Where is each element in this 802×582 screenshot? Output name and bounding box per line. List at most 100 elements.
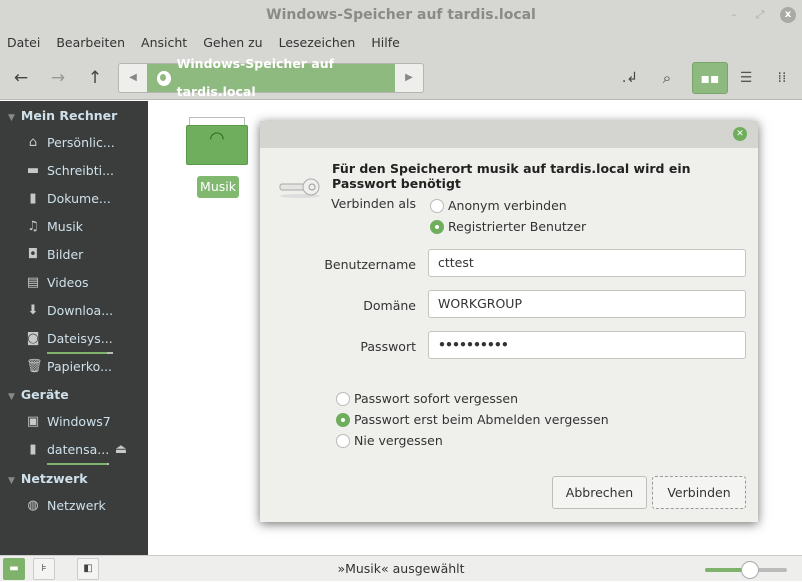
show-tree-button[interactable]: ⊧ xyxy=(33,558,55,580)
username-label: Benutzername xyxy=(324,257,416,272)
radio-label: Passwort sofort vergessen xyxy=(354,391,519,406)
up-button[interactable]: ↑ xyxy=(81,65,109,91)
sidebar-item-label: Schreibti... xyxy=(47,163,114,178)
film-icon: ▤ xyxy=(26,275,40,290)
toolbar: ← → ↑ ◀ Windows-Speicher auf tardis.loca… xyxy=(0,56,802,100)
sidebar-item-downloads[interactable]: ⬇ Downloa... xyxy=(26,299,114,323)
eject-icon: ⏏ xyxy=(114,442,128,457)
folder-icon: ▬ xyxy=(9,563,19,574)
dialog-header xyxy=(260,121,758,148)
sidebar-item-music[interactable]: ♫ Musik xyxy=(26,215,83,239)
domain-label: Domäne xyxy=(363,298,416,313)
sidebar-item-label: Dateisys... xyxy=(47,327,113,354)
show-places-button[interactable]: ▬ xyxy=(3,558,25,580)
radio-forget-on-logout[interactable]: Passwort erst beim Abmelden vergessen xyxy=(336,412,609,427)
folder-label[interactable]: Musik xyxy=(197,176,239,198)
grid-icon: ▪▪ xyxy=(700,71,720,87)
radio-label: Anonym verbinden xyxy=(448,198,567,213)
network-share-icon: ◠ xyxy=(209,128,225,149)
list-view-button[interactable]: ☰ xyxy=(728,62,764,94)
chevron-down-icon: ▼ xyxy=(8,476,15,486)
section-title: Netzwerk xyxy=(20,471,88,486)
path-scroll-left[interactable]: ◀ xyxy=(119,64,147,92)
arrow-right-icon: → xyxy=(50,68,66,88)
radio-button[interactable] xyxy=(430,198,444,213)
eject-button[interactable]: ⏏ xyxy=(114,438,128,462)
sidebar-item-label: Dokume... xyxy=(47,191,111,206)
radio-label: Registrierter Benutzer xyxy=(448,219,587,234)
path-bar: ◀ Windows-Speicher auf tardis.local ▶ xyxy=(118,56,424,99)
sidebar-item-home[interactable]: ⌂ Persönlic... xyxy=(26,131,115,155)
sidebar-item-desktop[interactable]: ▬ Schreibti... xyxy=(26,159,114,183)
section-netzwerk[interactable]: ▼ Netzwerk xyxy=(8,467,88,491)
sidebar-item-label: Windows7 xyxy=(47,414,111,429)
icon-view-button[interactable]: ▪▪ xyxy=(692,62,728,94)
arrow-left-icon: ← xyxy=(13,68,29,88)
toggle-sidebar-button[interactable]: ◧ xyxy=(77,558,99,580)
sidebar-item-filesystem[interactable]: ◙ Dateisys... xyxy=(26,327,113,354)
globe-icon: ◍ xyxy=(27,498,39,513)
dialog-close-button[interactable]: ✕ xyxy=(733,127,747,141)
sidebar-item-label: Persönlic... xyxy=(47,135,115,150)
sidebar-item-pictures[interactable]: ◘ Bilder xyxy=(26,243,83,267)
chevron-down-icon: ▼ xyxy=(8,113,15,123)
minimize-button[interactable]: – xyxy=(726,7,742,23)
sidebar-item-windows7[interactable]: ▣ Windows7 xyxy=(26,410,111,434)
password-field[interactable]: •••••••••• xyxy=(428,331,746,359)
sidebar-item-label: Netzwerk xyxy=(47,498,106,513)
username-field[interactable]: cttest xyxy=(428,249,746,277)
cancel-button[interactable]: Abbrechen xyxy=(552,476,647,509)
radio-label: Nie vergessen xyxy=(354,433,443,448)
zoom-slider[interactable] xyxy=(705,561,787,579)
chevron-down-icon: ▼ xyxy=(8,392,15,402)
globe-icon xyxy=(157,70,171,86)
sidebar-item-label: Musik xyxy=(47,219,83,234)
radio-button[interactable] xyxy=(336,412,350,427)
password-label: Passwort xyxy=(360,339,416,354)
domain-field[interactable]: WORKGROUP xyxy=(428,290,746,318)
sidebar-item-network[interactable]: ◍ Netzwerk xyxy=(26,494,106,518)
radio-forget-immediately[interactable]: Passwort sofort vergessen xyxy=(336,391,518,406)
radio-registered-user[interactable]: Registrierter Benutzer xyxy=(430,219,586,234)
sidebar-icon: ◧ xyxy=(83,563,93,574)
zoom-slider-handle[interactable] xyxy=(741,561,760,579)
connect-as-label: Verbinden als xyxy=(331,196,416,211)
connect-button[interactable]: Verbinden xyxy=(652,476,746,509)
sidebar-item-datensa[interactable]: ▮ datensa... xyxy=(26,438,110,465)
sidebar-item-label: datensa... xyxy=(47,438,110,465)
path-scroll-right[interactable]: ▶ xyxy=(395,64,423,92)
path-segment[interactable]: Windows-Speicher auf tardis.local xyxy=(147,56,395,99)
password-dialog: ✕ Für den Speicherort musik auf tardis.l… xyxy=(260,121,758,522)
radio-anonymous[interactable]: Anonym verbinden xyxy=(430,198,567,213)
location-icon: .↲ xyxy=(621,70,639,86)
dialog-message: Für den Speicherort musik auf tardis.loc… xyxy=(332,161,691,191)
menu-datei[interactable]: Datei xyxy=(7,30,40,56)
search-button[interactable]: ⌕ xyxy=(653,65,681,91)
section-geraete[interactable]: ▼ Geräte xyxy=(8,383,69,407)
title-bar: Windows-Speicher auf tardis.local xyxy=(0,0,802,30)
sidebar-item-trash[interactable]: 🗑 Papierko... xyxy=(26,355,112,379)
radio-button[interactable] xyxy=(336,391,350,406)
download-icon: ⬇ xyxy=(27,303,39,318)
home-icon: ⌂ xyxy=(28,135,38,150)
tree-icon: ⊧ xyxy=(41,563,47,574)
radio-button[interactable] xyxy=(336,433,350,448)
menu-bearbeiten[interactable]: Bearbeiten xyxy=(56,30,125,56)
toggle-location-button[interactable]: .↲ xyxy=(616,65,644,91)
radio-button[interactable] xyxy=(430,219,444,234)
back-button[interactable]: ← xyxy=(7,65,35,91)
forward-button[interactable]: → xyxy=(44,65,72,91)
radio-never-forget[interactable]: Nie vergessen xyxy=(336,433,443,448)
sidebar-item-label: Bilder xyxy=(47,247,84,262)
trash-icon: 🗑 xyxy=(26,359,43,374)
sidebar-item-videos[interactable]: ▤ Videos xyxy=(26,271,89,295)
radio-label: Passwort erst beim Abmelden vergessen xyxy=(354,412,609,427)
drive-icon: ▣ xyxy=(26,414,40,429)
document-icon: ▮ xyxy=(29,191,37,206)
section-mein-rechner[interactable]: ▼ Mein Rechner xyxy=(8,104,117,128)
sidebar-item-documents[interactable]: ▮ Dokume... xyxy=(26,187,111,211)
compact-view-button[interactable]: ⁞⁞ xyxy=(764,62,800,94)
window-title: Windows-Speicher auf tardis.local xyxy=(266,7,536,23)
maximize-button[interactable]: ⤢ xyxy=(752,7,768,23)
close-button[interactable]: x xyxy=(780,7,796,23)
